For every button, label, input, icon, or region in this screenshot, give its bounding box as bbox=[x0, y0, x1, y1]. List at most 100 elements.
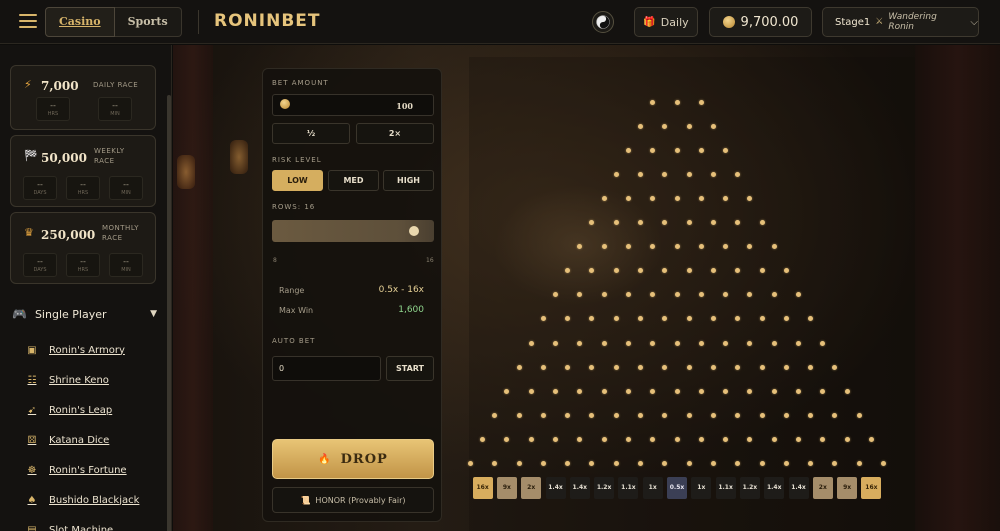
plinko-peg bbox=[516, 364, 522, 370]
plinko-peg bbox=[589, 316, 595, 322]
plinko-peg bbox=[783, 461, 789, 466]
section-label: Single Player bbox=[34, 307, 107, 321]
profile-dropdown[interactable]: Stage1 ⚔ Wandering Ronin ⌵ bbox=[822, 7, 979, 37]
brand-logo[interactable]: RONINBET bbox=[214, 11, 321, 31]
plinko-peg bbox=[832, 412, 838, 418]
plinko-peg bbox=[625, 292, 631, 298]
plinko-peg bbox=[783, 364, 789, 370]
timer-days: -- DAYS bbox=[23, 176, 57, 200]
crown-icon: ♛ bbox=[24, 226, 34, 239]
multiplier-bucket: 1.4x bbox=[788, 477, 809, 499]
plinko-peg bbox=[504, 388, 510, 394]
plinko-peg bbox=[796, 436, 801, 442]
plinko-peg bbox=[783, 412, 789, 418]
plinko-peg bbox=[565, 268, 571, 274]
sidebar-scrollbar[interactable] bbox=[167, 95, 171, 531]
plinko-peg bbox=[674, 147, 680, 153]
plinko-peg bbox=[723, 195, 729, 201]
plinko-peg bbox=[674, 340, 680, 346]
timer-days: -- DAYS bbox=[23, 253, 57, 277]
menu-icon[interactable] bbox=[19, 14, 37, 28]
plinko-peg bbox=[625, 340, 631, 346]
balance-display[interactable]: 9,700.00 bbox=[709, 7, 812, 37]
plinko-peg bbox=[686, 220, 692, 225]
plinko-peg bbox=[735, 171, 741, 177]
plinko-peg bbox=[516, 461, 522, 466]
bet-amount-input[interactable]: 100 bbox=[272, 94, 434, 116]
monthly-race-card[interactable]: ♛ 250,000 MONTHLY RACE -- DAYS -- HRS --… bbox=[10, 212, 156, 284]
lightning-icon: ⚡ bbox=[24, 78, 32, 91]
max-win-label: Max Win bbox=[279, 306, 314, 315]
weekly-race-card[interactable]: 🏁 50,000 WEEKLY RACE -- DAYS -- HRS -- M… bbox=[10, 135, 156, 207]
plinko-peg bbox=[553, 436, 558, 442]
single-player-section[interactable]: 🎮 Single Player ▼ bbox=[12, 305, 157, 323]
plinko-peg bbox=[565, 412, 571, 418]
honor-label: HONOR (Provably Fair) bbox=[315, 495, 406, 505]
plinko-peg bbox=[771, 340, 777, 346]
tab-sports[interactable]: Sports bbox=[114, 7, 182, 37]
sidebar-game-item[interactable]: ☸ Ronin's Fortune bbox=[24, 455, 164, 485]
plinko-peg bbox=[613, 171, 619, 177]
sidebar-game-item[interactable]: ♠ Bushido Blackjack bbox=[24, 485, 164, 515]
multiplier-bucket: 1.2x bbox=[594, 477, 615, 499]
plinko-peg bbox=[723, 340, 729, 346]
sidebar-game-item[interactable]: ➹ Ronin's Leap bbox=[24, 395, 164, 425]
rows-slider[interactable] bbox=[272, 220, 434, 242]
half-bet-button[interactable]: ½ bbox=[272, 123, 350, 144]
sidebar-game-item[interactable]: ▣ Ronin's Armory bbox=[24, 335, 164, 365]
plinko-peg bbox=[674, 388, 680, 394]
plinko-peg bbox=[735, 268, 741, 274]
coin-stack-icon bbox=[722, 16, 735, 28]
plinko-peg bbox=[820, 436, 826, 442]
plinko-peg bbox=[650, 436, 656, 442]
plinko-peg bbox=[735, 364, 741, 370]
plinko-peg bbox=[747, 340, 753, 346]
plinko-peg bbox=[650, 195, 656, 201]
caret-down-icon: ▼ bbox=[150, 309, 157, 319]
plinko-peg bbox=[783, 268, 789, 274]
provably-fair-button[interactable]: 📜 HONOR (Provably Fair) bbox=[272, 487, 434, 513]
risk-high-button[interactable]: HIGH bbox=[383, 170, 434, 191]
tab-casino[interactable]: Casino bbox=[45, 7, 115, 37]
drop-button[interactable]: 🔥 DROP bbox=[272, 439, 434, 479]
plinko-peg bbox=[723, 436, 729, 442]
game-list: ▣ Ronin's Armory ☷ Shrine Keno ➹ Ronin's Leap… bbox=[24, 335, 164, 531]
drop-label: DROP bbox=[340, 451, 388, 467]
plinko-peg bbox=[808, 412, 814, 418]
sidebar: ⚡ 7,000 DAILY RACE -- HRS -- MIN 🏁 50,00… bbox=[0, 45, 172, 531]
plinko-peg bbox=[662, 171, 668, 177]
plinko-peg bbox=[783, 316, 789, 322]
plinko-peg bbox=[528, 388, 534, 394]
sidebar-game-item[interactable]: ☷ Shrine Keno bbox=[24, 365, 164, 395]
multiplier-bucket: 1x bbox=[642, 477, 663, 499]
divider bbox=[198, 10, 199, 34]
rows-slider-handle[interactable] bbox=[409, 226, 419, 236]
auto-bet-input[interactable]: 0 bbox=[272, 356, 381, 381]
sidebar-game-label: Ronin's Leap bbox=[49, 404, 113, 416]
checkered-flag-icon: 🏁 bbox=[24, 149, 38, 162]
sidebar-game-item[interactable]: ⚄ Katana Dice bbox=[24, 425, 164, 455]
daily-race-card[interactable]: ⚡ 7,000 DAILY RACE -- HRS -- MIN bbox=[10, 65, 156, 130]
plinko-peg bbox=[735, 220, 741, 225]
plinko-peg bbox=[686, 364, 692, 370]
plinko-peg bbox=[638, 171, 644, 177]
sidebar-game-label: Ronin's Fortune bbox=[49, 464, 127, 476]
double-bet-button[interactable]: 2× bbox=[356, 123, 434, 144]
plinko-peg bbox=[868, 436, 874, 442]
start-auto-button[interactable]: START bbox=[386, 356, 434, 381]
plinko-peg bbox=[638, 268, 644, 274]
yin-yang-icon[interactable] bbox=[592, 11, 614, 33]
plinko-peg bbox=[771, 436, 777, 442]
crossed-swords-icon: ⚔ bbox=[875, 17, 884, 27]
daily-button[interactable]: 🎁 Daily bbox=[634, 7, 698, 37]
risk-med-button[interactable]: MED bbox=[328, 170, 379, 191]
risk-low-button[interactable]: LOW bbox=[272, 170, 323, 191]
timer-hours: -- HRS bbox=[66, 176, 100, 200]
sidebar-game-item[interactable]: ▤ Slot Machine bbox=[24, 515, 164, 531]
plinko-peg bbox=[698, 292, 704, 298]
plinko-peg bbox=[735, 461, 741, 466]
plinko-peg bbox=[650, 340, 656, 346]
plinko-peg bbox=[638, 123, 644, 129]
plinko-peg bbox=[723, 292, 729, 298]
plinko-peg bbox=[710, 364, 716, 370]
